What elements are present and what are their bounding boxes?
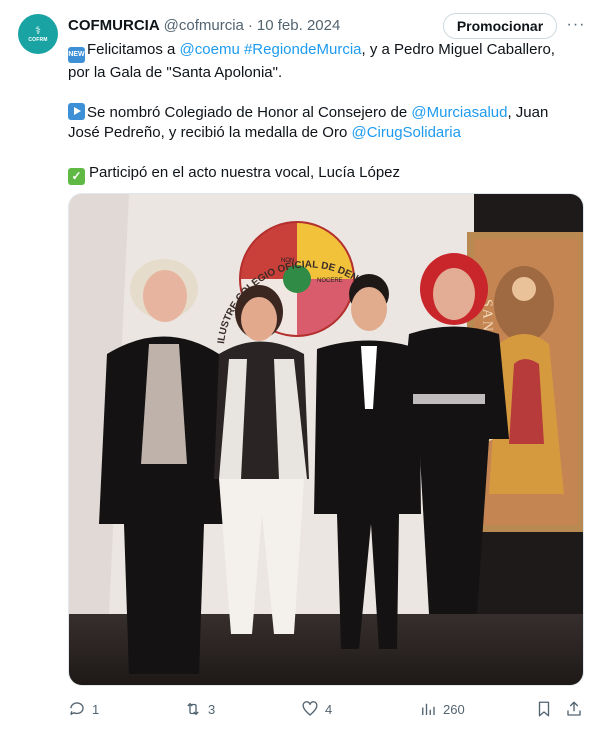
action-bar: 1 3 4 260: [68, 698, 584, 720]
share-button[interactable]: [565, 698, 583, 720]
tweet-header: COFMURCIA @cofmurcia · 10 feb. 2024: [68, 14, 340, 36]
tweet-text: NEW Felicitamos a @coemu #RegiondeMurcia,…: [68, 40, 568, 185]
text-line: Se nombró Colegiado de Honor al Consejer…: [68, 103, 568, 123]
mention-link[interactable]: @coemu: [180, 41, 240, 58]
logo-word: NOCERE: [317, 278, 343, 284]
mention-link[interactable]: @Murciasalud: [411, 104, 507, 121]
promote-button[interactable]: Promocionar: [443, 13, 557, 39]
avatar[interactable]: ⚕ COFRM: [18, 14, 58, 54]
photo-illustration: NON NOCERE ILUSTRE COLEGIO OFICIAL DE DE…: [69, 194, 583, 685]
text: , y a Pedro Miguel Caballero,: [361, 41, 555, 58]
text-line: NEW Felicitamos a @coemu #RegiondeMurcia,…: [68, 40, 568, 63]
repost-icon: [187, 702, 199, 716]
like-button[interactable]: 4: [301, 698, 332, 720]
text-line: por la Gala de "Santa Apolonia".: [68, 64, 283, 81]
text-line: José Pedreño, y recibió la medalla de Or…: [68, 123, 568, 143]
repost-button[interactable]: 3: [184, 698, 215, 720]
avatar-text: COFRM: [28, 36, 48, 43]
views-button[interactable]: 260: [419, 698, 465, 720]
heart-icon: [302, 701, 318, 716]
share-icon: [567, 701, 581, 716]
play-emoji-icon: [68, 103, 85, 120]
avatar-mark: ⚕: [35, 24, 41, 37]
bookmark-button[interactable]: [535, 698, 553, 720]
hashtag-link[interactable]: #RegiondeMurcia: [244, 41, 362, 58]
author-handle[interactable]: @cofmurcia: [164, 17, 244, 34]
reply-icon: [70, 702, 84, 715]
like-count: 4: [325, 701, 333, 717]
post-date[interactable]: 10 feb. 2024: [257, 17, 340, 34]
check-emoji-icon: ✓: [68, 168, 85, 185]
separator-dot: ·: [247, 16, 253, 34]
text: Felicitamos a: [87, 41, 180, 58]
text: José Pedreño, y recibió la medalla de Or…: [68, 124, 352, 141]
tweet: ⚕ COFRM COFMURCIA @cofmurcia · 10 feb. 2…: [0, 0, 603, 733]
author-name[interactable]: COFMURCIA: [68, 17, 160, 34]
reply-button[interactable]: 1: [68, 698, 99, 720]
repost-count: 3: [208, 701, 216, 717]
new-emoji-icon: NEW: [68, 47, 85, 63]
text-line: ✓ Participó en el acto nuestra vocal, Luc…: [68, 163, 568, 185]
text: , Juan: [507, 104, 549, 121]
reply-count: 1: [92, 701, 100, 717]
mention-link[interactable]: @CirugSolidaria: [351, 124, 460, 141]
text: Se nombró Colegiado de Honor al Consejer…: [87, 104, 412, 121]
post-photo[interactable]: NON NOCERE ILUSTRE COLEGIO OFICIAL DE DE…: [68, 193, 584, 686]
text: Participó en el acto nuestra vocal, Lucí…: [89, 164, 401, 181]
views-icon: [422, 703, 435, 715]
more-options-icon[interactable]: ···: [564, 13, 588, 37]
bookmark-icon: [538, 701, 550, 717]
views-count: 260: [443, 701, 465, 717]
